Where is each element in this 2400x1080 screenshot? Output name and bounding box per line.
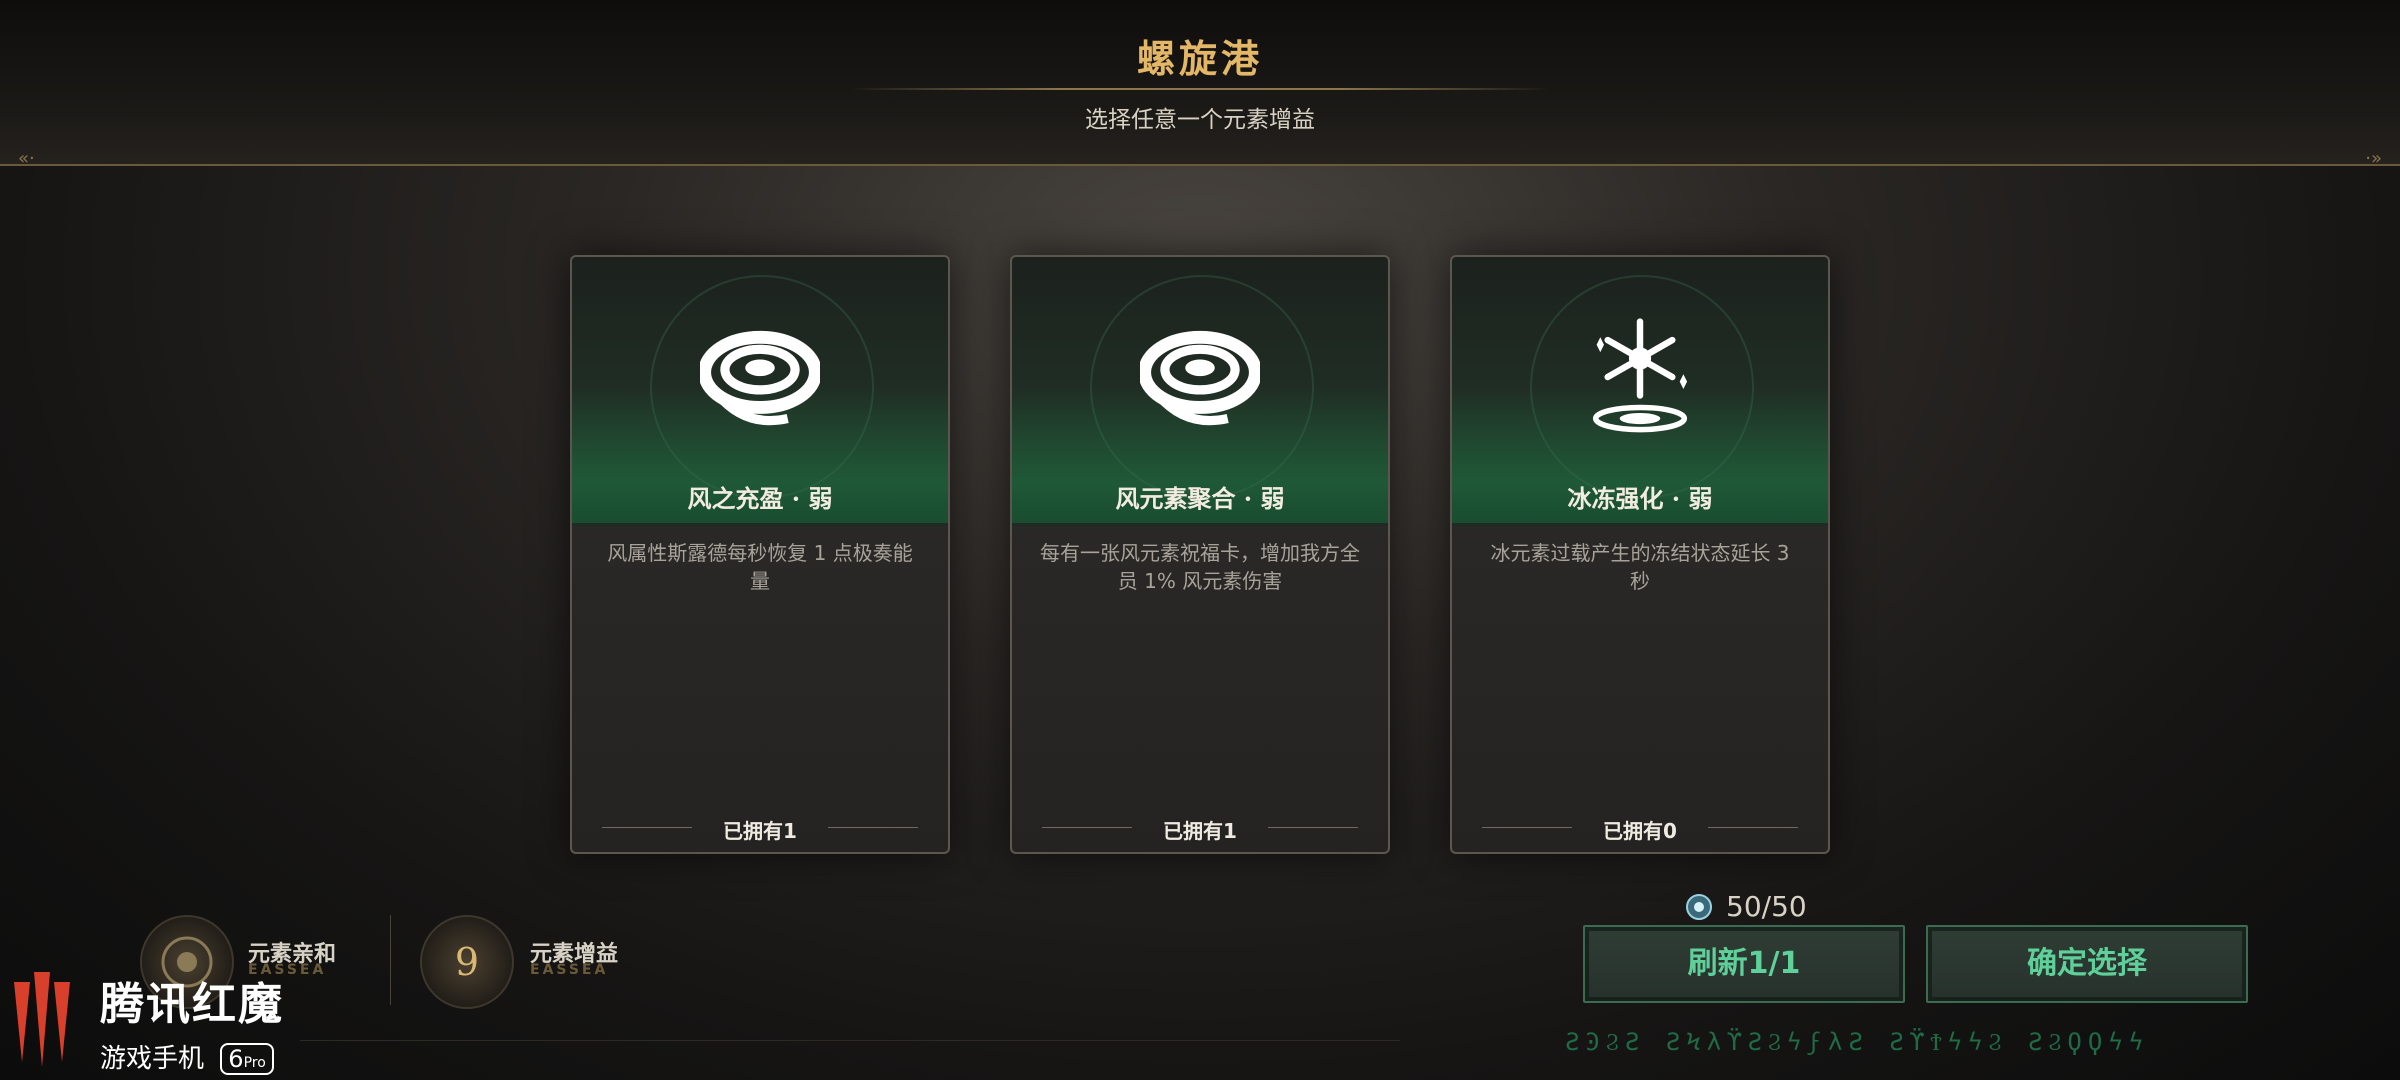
snowflake-icon bbox=[1580, 317, 1700, 437]
model-number: 6 bbox=[228, 1045, 244, 1073]
buff-card-3[interactable]: 冰冻强化 · 弱 冰元素过载产生的冻结状态延长 3 秒 已拥有0 bbox=[1450, 255, 1830, 854]
page-subtitle: 选择任意一个元素增益 bbox=[1085, 107, 1315, 133]
top-banner: 螺旋港 选择任意一个元素增益 «· ·» bbox=[0, 0, 2400, 169]
left-ornament-icon: «· bbox=[18, 148, 35, 169]
currency-value: 50/50 bbox=[1726, 890, 1807, 923]
card-description: 冰元素过载产生的冻结状态延长 3 秒 bbox=[1490, 541, 1790, 593]
buff-count: 9 bbox=[454, 940, 480, 984]
refresh-button[interactable]: 刷新1/1 bbox=[1583, 925, 1905, 1003]
gem-icon bbox=[1686, 893, 1712, 920]
brand-watermark: 腾讯红魔 游戏手机 6Pro bbox=[100, 968, 284, 1075]
rune-decoration: ƧϿϨƧ ƧϞλϔƧϨϟϝλƧ ƧϔϮϟϟϨ ƧϨϘϘϟϟ bbox=[1565, 1028, 2150, 1056]
page-title: 螺旋港 bbox=[1136, 36, 1263, 81]
bottom-divider bbox=[300, 1040, 1400, 1041]
brand-subtitle: 游戏手机 6Pro bbox=[100, 1038, 284, 1075]
right-ornament-icon: ·» bbox=[2365, 148, 2382, 169]
card-description: 每有一张风元素祝福卡，增加我方全员 1% 风元素伤害 bbox=[1040, 541, 1360, 593]
buff-card-1[interactable]: 风之充盈 · 弱 风属性斯露德每秒恢复 1 点极奏能量 已拥有1 bbox=[570, 255, 950, 854]
owned-count: 已拥有1 bbox=[723, 819, 797, 843]
model-badge: 6Pro bbox=[220, 1043, 274, 1075]
title-divider bbox=[850, 88, 1550, 90]
separator bbox=[390, 915, 391, 1005]
refresh-currency: 50/50 bbox=[1684, 890, 1807, 923]
card-title: 冰冻强化 · 弱 bbox=[1567, 484, 1713, 513]
card-title: 风之充盈 · 弱 bbox=[687, 484, 833, 513]
owned-count: 已拥有0 bbox=[1603, 819, 1677, 843]
redmagic-logo-icon bbox=[14, 972, 70, 1067]
wind-swirl-icon bbox=[700, 317, 820, 437]
card-description: 风属性斯露德每秒恢复 1 点极奏能量 bbox=[607, 541, 913, 593]
wind-swirl-icon bbox=[1140, 317, 1260, 437]
brand-title: 腾讯红魔 bbox=[100, 979, 284, 1030]
card-title: 风元素聚合 · 弱 bbox=[1115, 484, 1285, 513]
confirm-button[interactable]: 确定选择 bbox=[1926, 925, 2248, 1003]
element-buff-badge[interactable]: 9 bbox=[420, 915, 514, 1009]
buff-sub: EASSEA bbox=[530, 962, 609, 978]
model-suffix: Pro bbox=[243, 1055, 266, 1071]
owned-count: 已拥有1 bbox=[1163, 819, 1237, 843]
brand-subtitle-text: 游戏手机 bbox=[100, 1044, 205, 1074]
buff-card-2[interactable]: 风元素聚合 · 弱 每有一张风元素祝福卡，增加我方全员 1% 风元素伤害 已拥有… bbox=[1010, 255, 1390, 854]
